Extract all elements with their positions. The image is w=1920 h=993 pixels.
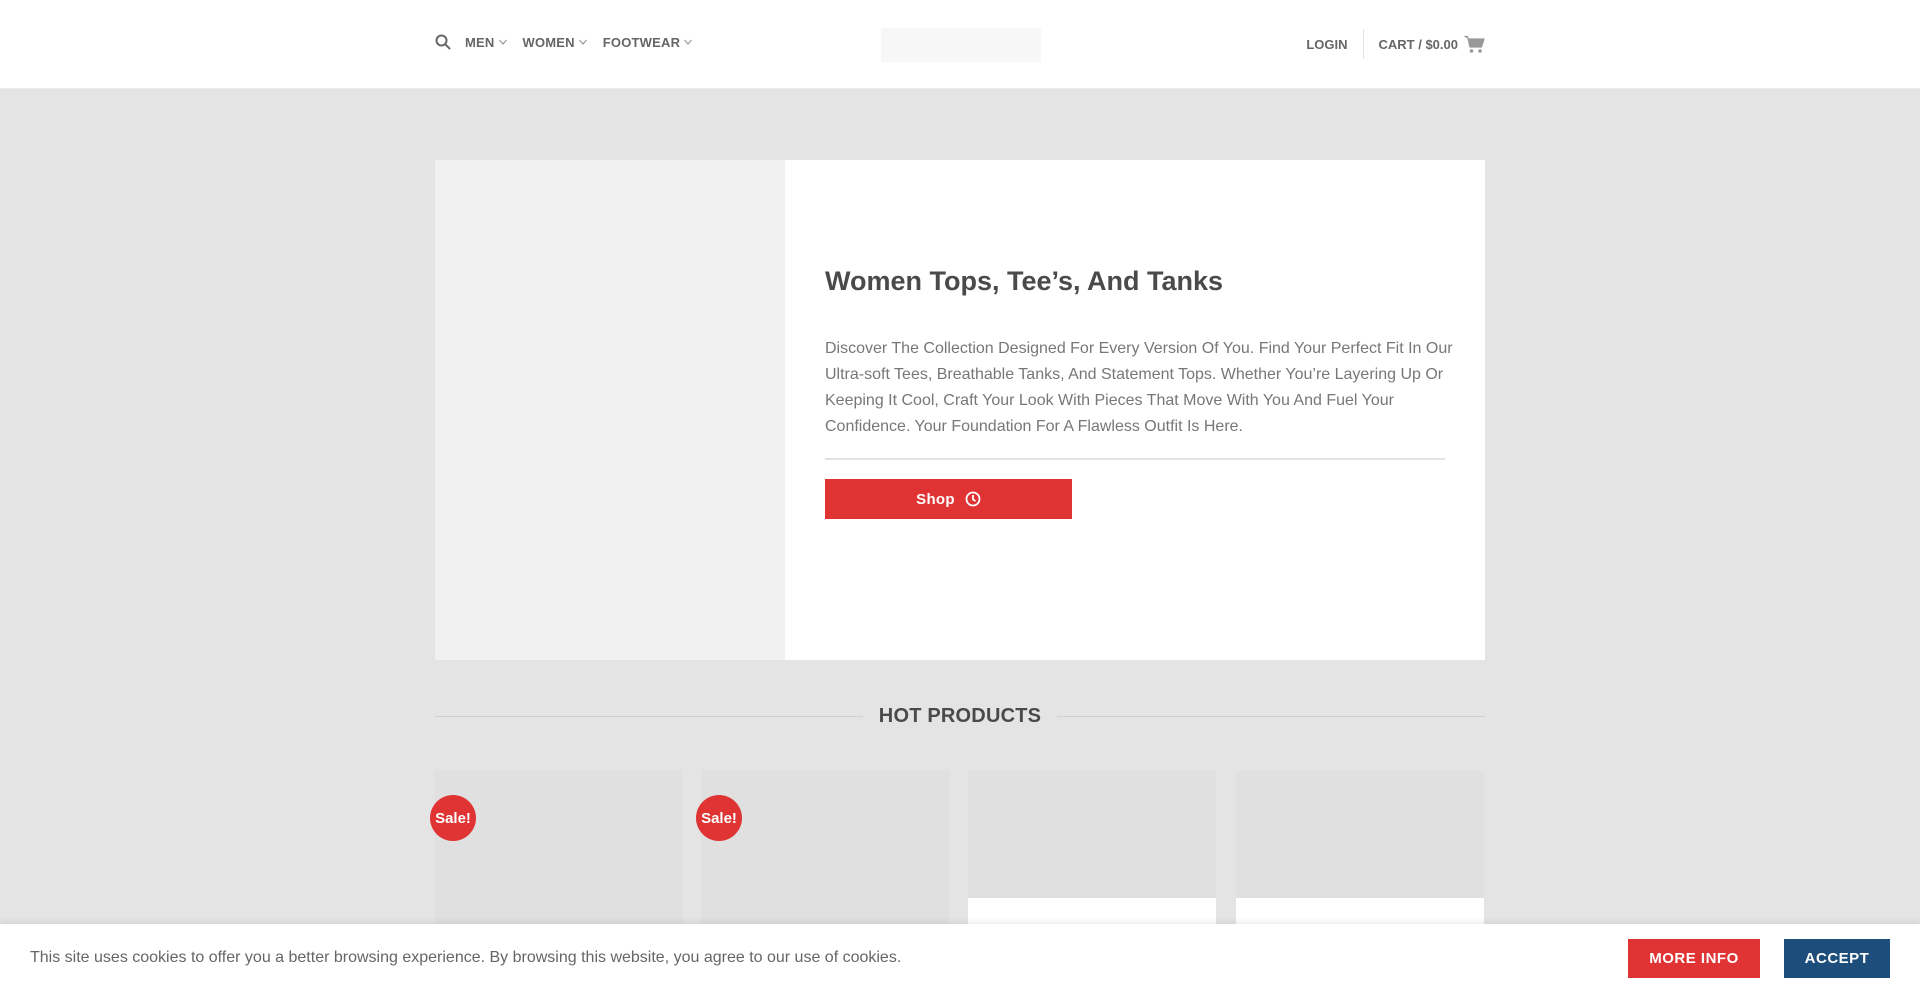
site-logo[interactable] — [881, 28, 1041, 62]
chevron-down-icon — [578, 39, 587, 45]
nav-item-footwear[interactable]: FOOTWEAR — [603, 35, 693, 50]
shopping-cart-icon — [1464, 35, 1485, 53]
nav-item-men[interactable]: MEN — [465, 35, 508, 50]
hot-products-heading: HOT PRODUCTS — [435, 703, 1485, 729]
clock-icon — [965, 491, 981, 507]
shop-button[interactable]: Shop — [825, 479, 1072, 519]
hero-description: Discover The Collection Designed For Eve… — [825, 340, 1453, 435]
heading-line-right — [1057, 715, 1485, 717]
header-account-nav: LOGIN CART / $0.00 — [1306, 29, 1485, 59]
nav-item-label: WOMEN — [522, 34, 575, 50]
site-header: MEN WOMEN FOOTWEAR LOGIN CART / $0.00 — [0, 0, 1920, 89]
hero-divider — [825, 458, 1445, 460]
cookie-notice: This site uses cookies to offer you a be… — [0, 924, 1920, 993]
cart-link[interactable]: CART / $0.00 — [1379, 35, 1485, 54]
more-info-button[interactable]: MORE INFO — [1628, 939, 1760, 978]
section-title: HOT PRODUCTS — [878, 704, 1042, 727]
heading-line-left — [435, 715, 863, 717]
nav-item-label: FOOTWEAR — [602, 34, 681, 50]
hero-image — [435, 160, 785, 660]
main-nav: MEN WOMEN FOOTWEAR — [435, 34, 708, 50]
cart-label: CART / $0.00 — [1378, 36, 1458, 52]
nav-item-women[interactable]: WOMEN — [523, 35, 588, 50]
hero-title: Women Tops, Tee’s, And Tanks — [825, 266, 1224, 296]
header-divider — [1362, 29, 1364, 59]
sale-badge: Sale! — [430, 795, 476, 841]
sale-badge: Sale! — [696, 795, 742, 841]
search-icon[interactable] — [435, 34, 451, 50]
nav-item-label: MEN — [465, 34, 495, 50]
header-inner: MEN WOMEN FOOTWEAR LOGIN CART / $0.00 — [435, 0, 1485, 89]
accept-button[interactable]: ACCEPT — [1784, 939, 1890, 978]
shop-button-label: Shop — [916, 490, 955, 508]
chevron-down-icon — [498, 39, 507, 45]
login-link[interactable]: LOGIN — [1306, 37, 1362, 52]
chevron-down-icon — [684, 39, 693, 45]
cookie-text: This site uses cookies to offer you a be… — [30, 949, 902, 966]
hero-banner: Women Tops, Tee’s, And Tanks Discover Th… — [435, 160, 1485, 660]
hero-content: Women Tops, Tee’s, And Tanks Discover Th… — [825, 160, 1455, 660]
